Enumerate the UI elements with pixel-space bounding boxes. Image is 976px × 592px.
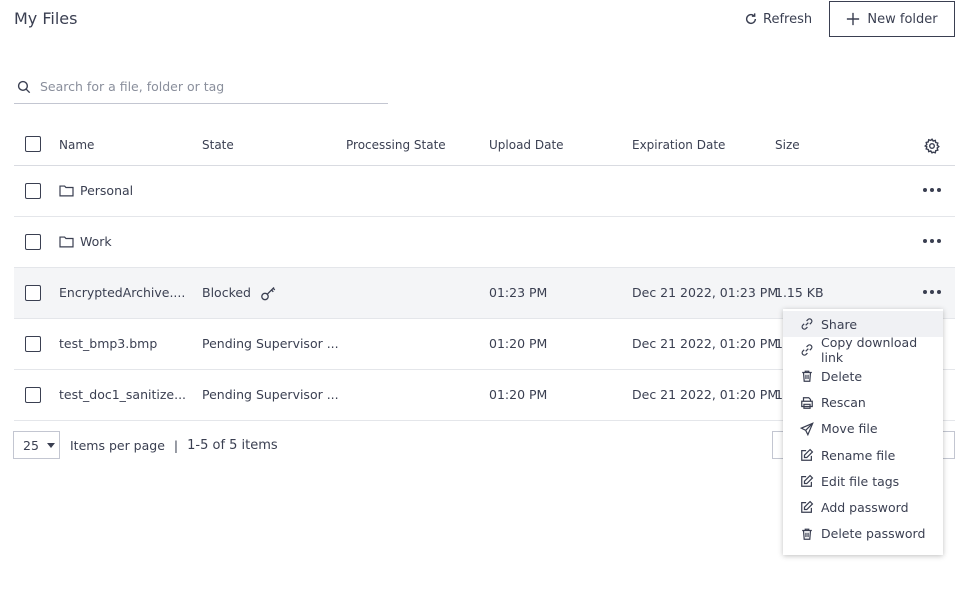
state-text: Pending Supervisor ... — [202, 336, 339, 351]
menu-item-move-file[interactable]: Move file — [783, 416, 943, 442]
pager-separator: | — [173, 437, 179, 453]
upload-date: 01:20 PM — [489, 336, 548, 351]
column-header-state[interactable]: State — [202, 138, 234, 152]
expiration-date: Dec 21 2022, 01:23 PM — [632, 285, 779, 300]
trash-icon — [802, 371, 812, 383]
row-actions-button[interactable] — [923, 239, 941, 245]
page-title: My Files — [14, 9, 78, 28]
state-text: Pending Supervisor ... — [202, 387, 339, 402]
column-header-expiration-date[interactable]: Expiration Date — [632, 138, 725, 152]
search-input[interactable] — [40, 79, 360, 94]
menu-item-label: Delete password — [821, 526, 926, 542]
plus-icon — [847, 12, 860, 26]
refresh-label: Refresh — [763, 11, 813, 27]
column-header-size[interactable]: Size — [775, 138, 800, 152]
row-actions-button[interactable] — [923, 188, 941, 194]
file-size: 1 — [775, 336, 783, 351]
column-header-name[interactable]: Name — [59, 138, 94, 152]
folder-name: Work — [80, 234, 112, 249]
link-icon — [801, 344, 813, 356]
file-size: 1 — [775, 387, 783, 402]
table-row[interactable]: Work — [14, 217, 955, 268]
edit-icon — [801, 448, 814, 461]
table-row[interactable]: Personal — [14, 166, 955, 217]
menu-item-label: Edit file tags — [821, 473, 900, 489]
file-name[interactable]: test_doc1_sanitize... — [59, 387, 186, 402]
row-checkbox[interactable] — [25, 285, 41, 301]
file-size: 1.15 KB — [775, 285, 824, 300]
upload-date: 01:20 PM — [489, 387, 548, 402]
menu-item-label: Rename file — [821, 447, 896, 463]
row-checkbox[interactable] — [25, 234, 41, 250]
menu-item-label: Copy download link — [821, 335, 918, 366]
trash-icon — [802, 528, 812, 540]
edit-icon — [801, 501, 814, 514]
expiration-date: Dec 21 2022, 01:20 PM — [632, 336, 779, 351]
expiration-date: Dec 21 2022, 01:20 PM — [632, 387, 779, 402]
refresh-button[interactable]: Refresh — [744, 8, 812, 30]
row-actions-button[interactable] — [923, 290, 941, 296]
file-name[interactable]: test_bmp3.bmp — [59, 336, 157, 351]
table-header: Name State Processing State Upload Date … — [14, 124, 955, 166]
items-range: 1-5 of 5 items — [187, 437, 278, 453]
menu-item-copy-download-link[interactable]: Copy download link — [783, 335, 943, 366]
file-name[interactable]: EncryptedArchive.... — [59, 285, 185, 300]
link-icon — [801, 318, 813, 330]
new-folder-button[interactable]: New folder — [829, 1, 955, 37]
menu-item-add-password[interactable]: Add password — [783, 494, 943, 520]
state-blocked: Blocked — [202, 285, 251, 300]
items-per-page-value: 25 — [23, 437, 39, 453]
pagination: 25 Items per page | 1-5 of 5 items — [13, 431, 278, 459]
items-per-page-label: Items per page — [70, 437, 165, 453]
row-checkbox[interactable] — [25, 387, 41, 403]
menu-item-rescan[interactable]: Rescan — [783, 390, 943, 416]
menu-item-label: Delete — [821, 368, 863, 384]
menu-item-delete[interactable]: Delete — [783, 363, 943, 389]
menu-item-label: Add password — [821, 499, 909, 515]
gear-icon[interactable] — [924, 138, 940, 154]
refresh-icon — [745, 13, 757, 25]
printer-icon — [801, 396, 813, 409]
select-all-checkbox[interactable] — [25, 136, 41, 152]
menu-item-label: Share — [821, 316, 858, 332]
row-checkbox[interactable] — [25, 336, 41, 352]
column-header-upload-date[interactable]: Upload Date — [489, 138, 564, 152]
row-checkbox[interactable] — [25, 183, 41, 199]
menu-item-share[interactable]: Share — [783, 311, 943, 338]
menu-item-edit-file-tags[interactable]: Edit file tags — [783, 468, 943, 494]
folder-name-cell[interactable]: Work — [59, 234, 112, 249]
menu-item-label: Rescan — [821, 395, 866, 411]
items-per-page-select[interactable]: 25 — [13, 431, 60, 459]
folder-icon — [59, 236, 74, 248]
upload-date: 01:23 PM — [489, 285, 548, 300]
search-bar — [14, 70, 388, 104]
folder-name-cell[interactable]: Personal — [59, 183, 133, 198]
folder-icon — [59, 185, 74, 197]
menu-item-rename-file[interactable]: Rename file — [783, 442, 943, 468]
column-header-processing-state[interactable]: Processing State — [346, 138, 446, 152]
folder-name: Personal — [80, 183, 134, 198]
menu-item-label: Move file — [821, 421, 878, 437]
caret-down-icon — [46, 442, 55, 448]
key-icon — [261, 287, 276, 301]
new-folder-label: New folder — [867, 11, 938, 27]
menu-item-delete-password[interactable]: Delete password — [783, 521, 943, 547]
search-icon — [17, 80, 31, 93]
edit-icon — [801, 474, 814, 488]
row-context-menu: Share Copy download link Delete Rescan M… — [783, 309, 943, 555]
send-icon — [800, 422, 814, 436]
